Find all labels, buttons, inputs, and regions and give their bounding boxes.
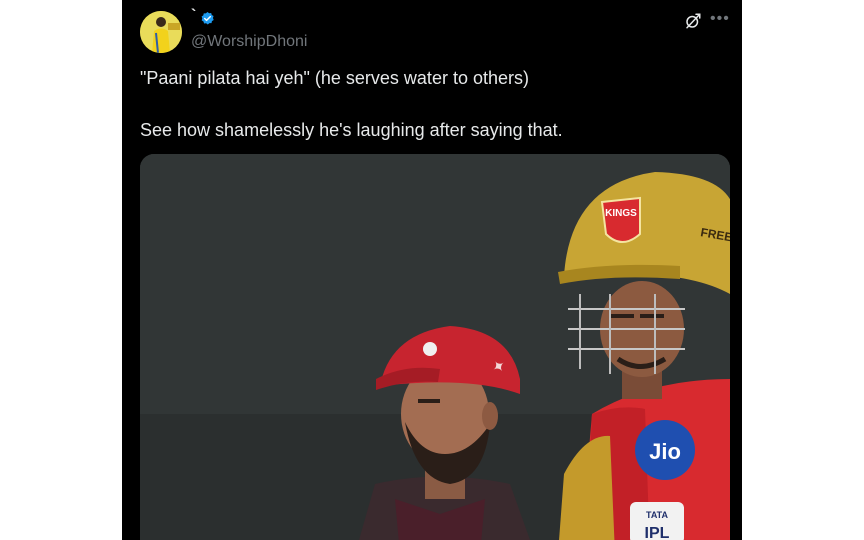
tweet-card: ` @WorshipDhoni ••• "Paani pilata hai ye… — [122, 0, 742, 540]
avatar-image — [140, 11, 182, 53]
display-name[interactable]: ` — [191, 7, 196, 25]
jersey-sponsor-text: Jio — [649, 439, 681, 464]
more-icon[interactable]: ••• — [710, 10, 730, 28]
jersey-badge-sub: IPL — [645, 525, 670, 540]
tweet-text-line-1: "Paani pilata hai yeh" (he serves water … — [140, 68, 529, 88]
grok-icon[interactable] — [684, 12, 702, 30]
handle[interactable]: @WorshipDhoni — [191, 33, 307, 51]
verified-badge-icon — [201, 11, 214, 25]
media-image: ✦ Jio TATA IPL KINGS FREE — [140, 154, 730, 540]
jersey-badge-text: TATA — [646, 510, 668, 520]
helmet-logo-text: KINGS — [605, 208, 637, 219]
tweet-text-line-2: See how shamelessly he's laughing after … — [140, 120, 563, 140]
avatar[interactable] — [140, 11, 182, 53]
tweet-media[interactable]: ✦ Jio TATA IPL KINGS FREE — [140, 154, 730, 540]
